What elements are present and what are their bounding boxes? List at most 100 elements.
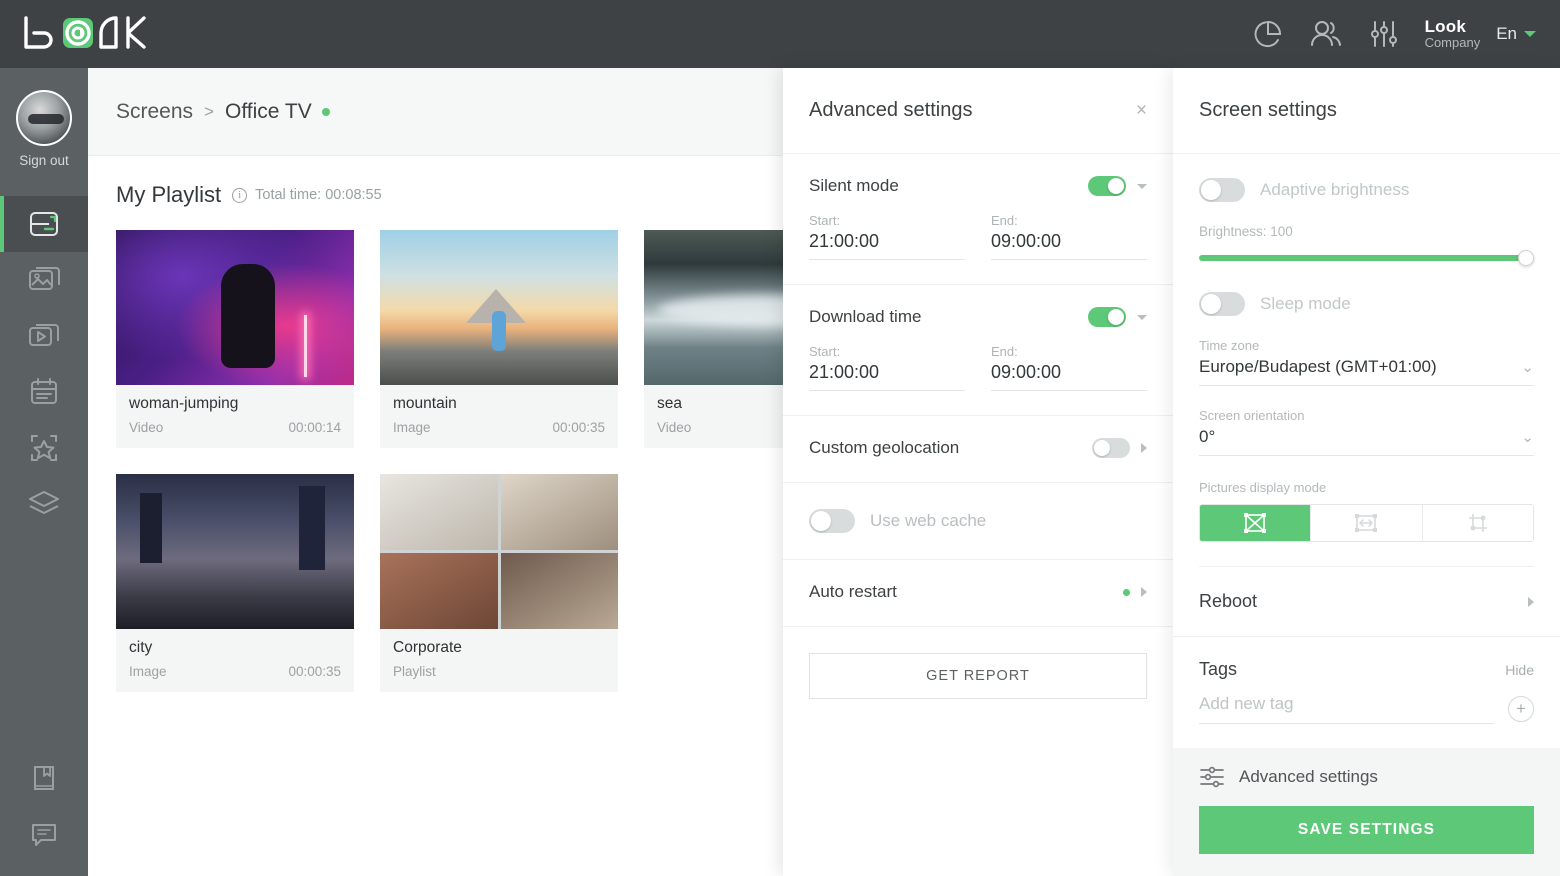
- brand-block[interactable]: Look Company: [1425, 17, 1481, 51]
- card-type: Image: [393, 420, 431, 435]
- video-folder-icon: [27, 319, 61, 353]
- add-tag-button[interactable]: +: [1508, 696, 1534, 722]
- look-logo-icon: [22, 14, 156, 54]
- look-logo[interactable]: [22, 14, 156, 54]
- sidebar-item-screens[interactable]: [0, 196, 88, 252]
- sidebar-item-layers[interactable]: [0, 476, 88, 532]
- end-value[interactable]: 09:00:00: [991, 362, 1147, 391]
- chevron-right-icon[interactable]: [1141, 443, 1147, 453]
- brightness-knob[interactable]: [1518, 250, 1534, 266]
- silent-mode-end-field[interactable]: End: 09:00:00: [991, 213, 1147, 260]
- sleep-mode-toggle[interactable]: [1199, 292, 1245, 316]
- sidebar-item-gallery[interactable]: [0, 252, 88, 308]
- card-thumbnail: [116, 230, 354, 385]
- save-settings-button[interactable]: SAVE SETTINGS: [1199, 806, 1534, 854]
- avatar[interactable]: [16, 90, 72, 146]
- card-duration: 00:00:35: [288, 664, 341, 679]
- card-title: woman-jumping: [129, 395, 341, 413]
- crop-icon: [1466, 512, 1490, 534]
- screen-settings-footer: Advanced settings SAVE SETTINGS: [1173, 748, 1560, 876]
- card-body: city Image 00:00:35: [116, 629, 354, 692]
- screen-orientation-select[interactable]: 0° ⌄: [1199, 427, 1534, 456]
- chevron-down-icon: ⌄: [1521, 358, 1534, 376]
- playlist-card[interactable]: mountain Image 00:00:35: [380, 230, 618, 448]
- use-web-cache-toggle[interactable]: [809, 509, 855, 533]
- sidebar-item-videos[interactable]: [0, 308, 88, 364]
- card-type: Image: [129, 664, 167, 679]
- display-mode-crop-option[interactable]: [1423, 505, 1533, 541]
- screen-settings-body: Adaptive brightness Brightness: 100 Slee…: [1173, 154, 1560, 567]
- sidebar-item-guide[interactable]: [0, 750, 88, 806]
- advanced-settings-link[interactable]: Advanced settings: [1199, 766, 1534, 788]
- end-value[interactable]: 09:00:00: [991, 231, 1147, 260]
- language-selector[interactable]: En: [1496, 24, 1542, 44]
- adaptive-brightness-toggle[interactable]: [1199, 178, 1245, 202]
- start-value[interactable]: 21:00:00: [809, 231, 965, 260]
- advanced-settings-link-label: Advanced settings: [1239, 767, 1378, 787]
- close-icon[interactable]: ×: [1136, 100, 1147, 122]
- tags-section: Tags Hide +: [1173, 637, 1560, 742]
- card-type: Video: [657, 420, 691, 435]
- playlist-card[interactable]: city Image 00:00:35: [116, 474, 354, 692]
- time-zone-value: Europe/Budapest (GMT+01:00): [1199, 357, 1437, 377]
- pictures-display-mode-group: [1199, 504, 1534, 542]
- download-time-start-field[interactable]: Start: 21:00:00: [809, 344, 965, 391]
- silent-mode-section: Silent mode Start: 21:00:00 End: 09:00:0…: [783, 154, 1173, 285]
- custom-geolocation-toggle[interactable]: [1092, 438, 1130, 458]
- display-mode-fit-width-option[interactable]: [1311, 505, 1422, 541]
- breadcrumb-current[interactable]: Office TV: [225, 100, 312, 124]
- custom-geolocation-label: Custom geolocation: [809, 438, 959, 458]
- time-zone-field: Time zone Europe/Budapest (GMT+01:00) ⌄: [1199, 338, 1534, 386]
- sidebar-item-support-chat[interactable]: [0, 806, 88, 862]
- sign-out-link[interactable]: Sign out: [19, 153, 69, 168]
- download-time-toggle[interactable]: [1088, 307, 1126, 327]
- book-icon: [29, 763, 59, 793]
- thumb-tile: [501, 553, 619, 629]
- sidebar-bottom-nav: [0, 750, 88, 862]
- advanced-settings-header: Advanced settings ×: [783, 68, 1173, 154]
- add-tag-input[interactable]: [1199, 694, 1494, 724]
- download-time-label: Download time: [809, 307, 921, 327]
- info-icon[interactable]: i: [232, 188, 247, 203]
- sidebar-item-widgets[interactable]: [0, 420, 88, 476]
- time-zone-select[interactable]: Europe/Budapest (GMT+01:00) ⌄: [1199, 357, 1534, 386]
- stretch-icon: [1243, 512, 1267, 534]
- get-report-wrap: GET REPORT: [783, 627, 1173, 725]
- chat-icon: [29, 819, 59, 849]
- card-title: Corporate: [393, 639, 605, 657]
- advanced-settings-panel: Advanced settings × Silent mode Start: 2…: [783, 68, 1173, 876]
- reboot-row[interactable]: Reboot: [1173, 567, 1560, 637]
- playlist-card[interactable]: woman-jumping Video 00:00:14: [116, 230, 354, 448]
- breadcrumb-root[interactable]: Screens: [116, 100, 193, 124]
- chevron-down-icon[interactable]: [1137, 184, 1147, 189]
- use-web-cache-label: Use web cache: [870, 511, 986, 531]
- users-icon[interactable]: [1297, 0, 1355, 68]
- start-value[interactable]: 21:00:00: [809, 362, 965, 391]
- screen-settings-header: Screen settings: [1173, 68, 1560, 154]
- app-root: Look Company En Sign out: [0, 0, 1560, 876]
- playlist-card[interactable]: Corporate Playlist: [380, 474, 618, 692]
- pie-chart-icon[interactable]: [1239, 0, 1297, 68]
- sliders-icon[interactable]: [1355, 0, 1413, 68]
- tags-hide-link[interactable]: Hide: [1505, 662, 1534, 678]
- image-icon: [27, 263, 61, 297]
- playlist-total-time: Total time: 00:08:55: [255, 187, 382, 203]
- download-time-end-field[interactable]: End: 09:00:00: [991, 344, 1147, 391]
- get-report-button[interactable]: GET REPORT: [809, 653, 1147, 699]
- chevron-down-icon[interactable]: [1137, 315, 1147, 320]
- user-block[interactable]: Sign out: [16, 90, 72, 168]
- sidebar-item-schedule[interactable]: [0, 364, 88, 420]
- sliders-icon: [1199, 766, 1225, 788]
- sidebar: Sign out: [0, 68, 88, 876]
- top-bar: Look Company En: [0, 0, 1560, 68]
- adaptive-brightness-row: Adaptive brightness: [1199, 178, 1534, 202]
- silent-mode-toggle[interactable]: [1088, 176, 1126, 196]
- brightness-slider[interactable]: [1199, 250, 1534, 266]
- chevron-right-icon[interactable]: [1141, 587, 1147, 597]
- start-label: Start:: [809, 213, 965, 228]
- display-mode-stretch-option[interactable]: [1200, 505, 1311, 541]
- card-type: Video: [129, 420, 163, 435]
- screen-settings-panel: Screen settings Adaptive brightness Brig…: [1173, 68, 1560, 876]
- chevron-down-icon: [1524, 31, 1536, 37]
- silent-mode-start-field[interactable]: Start: 21:00:00: [809, 213, 965, 260]
